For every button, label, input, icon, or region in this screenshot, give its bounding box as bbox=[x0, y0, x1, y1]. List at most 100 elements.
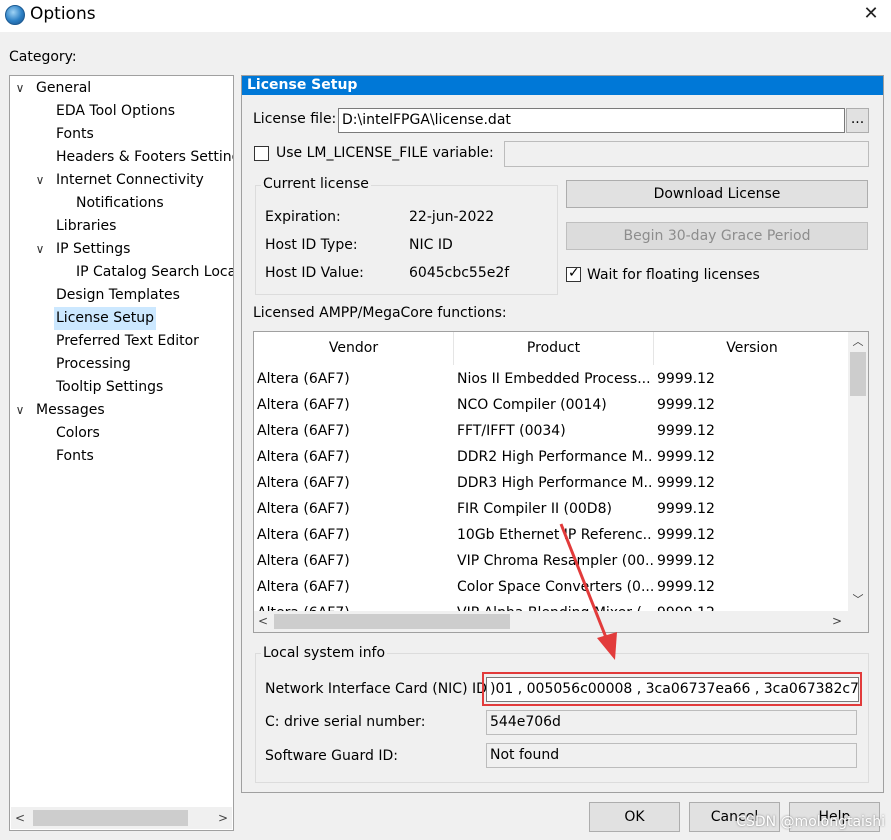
scrollbar-thumb[interactable] bbox=[850, 352, 866, 396]
functions-label: Licensed AMPP/MegaCore functions: bbox=[253, 305, 507, 321]
host-id-type-value: NIC ID bbox=[409, 237, 453, 253]
tree-item-label: General bbox=[36, 80, 92, 96]
vendor-cell: Altera (6AF7) bbox=[257, 423, 350, 439]
vendor-cell: Altera (6AF7) bbox=[257, 527, 350, 543]
version-cell: 9999.12 bbox=[657, 475, 715, 491]
category-label: Category: bbox=[9, 49, 77, 65]
version-cell: 9999.12 bbox=[657, 527, 715, 543]
env-variable-field[interactable] bbox=[504, 141, 869, 167]
vendor-cell: Altera (6AF7) bbox=[257, 553, 350, 569]
scroll-right-icon[interactable]: > bbox=[828, 611, 846, 632]
use-env-checkbox[interactable] bbox=[254, 146, 269, 161]
tree-item-label: Notifications bbox=[76, 195, 164, 211]
column-header-product[interactable]: Product bbox=[454, 332, 654, 365]
drive-serial-label: C: drive serial number: bbox=[265, 714, 426, 730]
tree-item-label: Processing bbox=[56, 356, 131, 372]
version-cell: 9999.12 bbox=[657, 423, 715, 439]
tree-item-label: Tooltip Settings bbox=[56, 379, 164, 395]
version-cell: 9999.12 bbox=[657, 397, 715, 413]
product-cell: DDR2 High Performance M... bbox=[457, 449, 653, 465]
panel-title: License Setup bbox=[242, 76, 883, 95]
product-cell: FFT/IFFT (0034) bbox=[457, 423, 566, 439]
use-env-label: Use LM_LICENSE_FILE variable: bbox=[276, 145, 494, 161]
version-cell: 9999.12 bbox=[657, 449, 715, 465]
current-license-title: Current license bbox=[261, 176, 371, 192]
app-logo-icon bbox=[5, 5, 25, 25]
version-cell: 9999.12 bbox=[657, 553, 715, 569]
product-cell: DDR3 High Performance M... bbox=[457, 475, 653, 491]
license-file-input[interactable]: D:\intelFPGA\license.dat bbox=[338, 108, 845, 133]
scrollbar-thumb[interactable] bbox=[274, 614, 510, 629]
tree-item[interactable]: EDA Tool Options bbox=[10, 100, 233, 123]
version-cell: 9999.12 bbox=[657, 501, 715, 517]
title-bar bbox=[0, 0, 891, 32]
tree-item[interactable]: Libraries bbox=[10, 215, 233, 238]
tree-item[interactable]: License Setup bbox=[10, 307, 233, 330]
table-vertical-scrollbar[interactable]: ︿ ﹀ bbox=[848, 332, 868, 612]
guard-id-label: Software Guard ID: bbox=[265, 748, 398, 764]
tree-item-label: Messages bbox=[36, 402, 105, 418]
tree-item[interactable]: Colors bbox=[10, 422, 233, 445]
scrollbar-thumb[interactable] bbox=[33, 810, 188, 826]
scroll-right-icon[interactable]: > bbox=[214, 807, 232, 829]
nic-id-label: Network Interface Card (NIC) ID: bbox=[265, 681, 492, 697]
tree-horizontal-scrollbar[interactable]: < > bbox=[11, 807, 232, 829]
scroll-left-icon[interactable]: < bbox=[11, 807, 29, 829]
chevron-down-icon[interactable]: ∨ bbox=[34, 169, 46, 192]
chevron-down-icon[interactable]: ∨ bbox=[34, 238, 46, 261]
wait-floating-checkbox[interactable] bbox=[566, 265, 581, 282]
chevron-down-icon[interactable]: ∨ bbox=[14, 77, 26, 100]
drive-serial-field[interactable]: 544e706d bbox=[486, 710, 857, 735]
tree-item[interactable]: ∨ Messages bbox=[10, 399, 233, 422]
tree-item-label: Fonts bbox=[56, 126, 94, 142]
category-tree[interactable]: ∨ General EDA Tool Options Fonts Headers & F… bbox=[9, 75, 234, 831]
vendor-cell: Altera (6AF7) bbox=[257, 579, 350, 595]
chevron-down-icon[interactable]: ∨ bbox=[14, 399, 26, 422]
expiration-label: Expiration: bbox=[265, 209, 341, 225]
version-cell: 9999.12 bbox=[657, 579, 715, 595]
browse-button[interactable]: ... bbox=[846, 108, 869, 133]
host-id-value: 6045cbc55e2f bbox=[409, 265, 510, 281]
tree-item[interactable]: Processing bbox=[10, 353, 233, 376]
tree-item-label: Fonts bbox=[56, 448, 94, 464]
scroll-left-icon[interactable]: < bbox=[254, 611, 272, 632]
tree-item[interactable]: Tooltip Settings bbox=[10, 376, 233, 399]
local-system-info-title: Local system info bbox=[261, 645, 388, 661]
expiration-value: 22-jun-2022 bbox=[409, 209, 495, 225]
tree-item-label: Preferred Text Editor bbox=[56, 333, 199, 349]
tree-item-label: Colors bbox=[56, 425, 100, 441]
scroll-down-icon[interactable]: ﹀ bbox=[849, 590, 867, 610]
tree-item[interactable]: Notifications bbox=[10, 192, 233, 215]
download-license-button[interactable]: Download License bbox=[566, 180, 868, 208]
vendor-cell: Altera (6AF7) bbox=[257, 475, 350, 491]
tree-item-label: Internet Connectivity bbox=[56, 172, 204, 188]
tree-item[interactable]: ∨ Internet Connectivity bbox=[10, 169, 233, 192]
wait-floating-label: Wait for floating licenses bbox=[587, 267, 760, 283]
tree-item-label: EDA Tool Options bbox=[56, 103, 176, 119]
grace-period-button[interactable]: Begin 30-day Grace Period bbox=[566, 222, 868, 250]
tree-item[interactable]: Preferred Text Editor bbox=[10, 330, 233, 353]
tree-item[interactable]: Headers & Footers Settings bbox=[10, 146, 233, 169]
column-header-version[interactable]: Version bbox=[654, 332, 850, 365]
highlight-annotation bbox=[482, 672, 862, 706]
tree-item-label: License Setup bbox=[54, 307, 156, 330]
tree-item[interactable]: ∨ IP Settings bbox=[10, 238, 233, 261]
product-cell: FIR Compiler II (00D8) bbox=[457, 501, 612, 517]
tree-item[interactable]: Fonts bbox=[10, 123, 233, 146]
watermark: CSDN @molongtaishi bbox=[736, 814, 885, 830]
tree-item[interactable]: Design Templates bbox=[10, 284, 233, 307]
vendor-cell: Altera (6AF7) bbox=[257, 371, 350, 387]
guard-id-field[interactable]: Not found bbox=[486, 743, 857, 768]
tree-item-label: IP Catalog Search Locations bbox=[76, 264, 233, 280]
product-cell: Nios II Embedded Process... bbox=[457, 371, 651, 387]
tree-item[interactable]: ∨ General bbox=[10, 77, 233, 100]
column-header-vendor[interactable]: Vendor bbox=[254, 332, 454, 365]
close-icon[interactable]: ✕ bbox=[858, 3, 884, 24]
ok-button[interactable]: OK bbox=[589, 802, 680, 832]
tree-item[interactable]: Fonts bbox=[10, 445, 233, 468]
host-id-value-label: Host ID Value: bbox=[265, 265, 364, 281]
tree-item-label: Headers & Footers Settings bbox=[56, 149, 233, 165]
vendor-cell: Altera (6AF7) bbox=[257, 397, 350, 413]
scroll-up-icon[interactable]: ︿ bbox=[849, 332, 867, 352]
tree-item[interactable]: IP Catalog Search Locations bbox=[10, 261, 233, 284]
